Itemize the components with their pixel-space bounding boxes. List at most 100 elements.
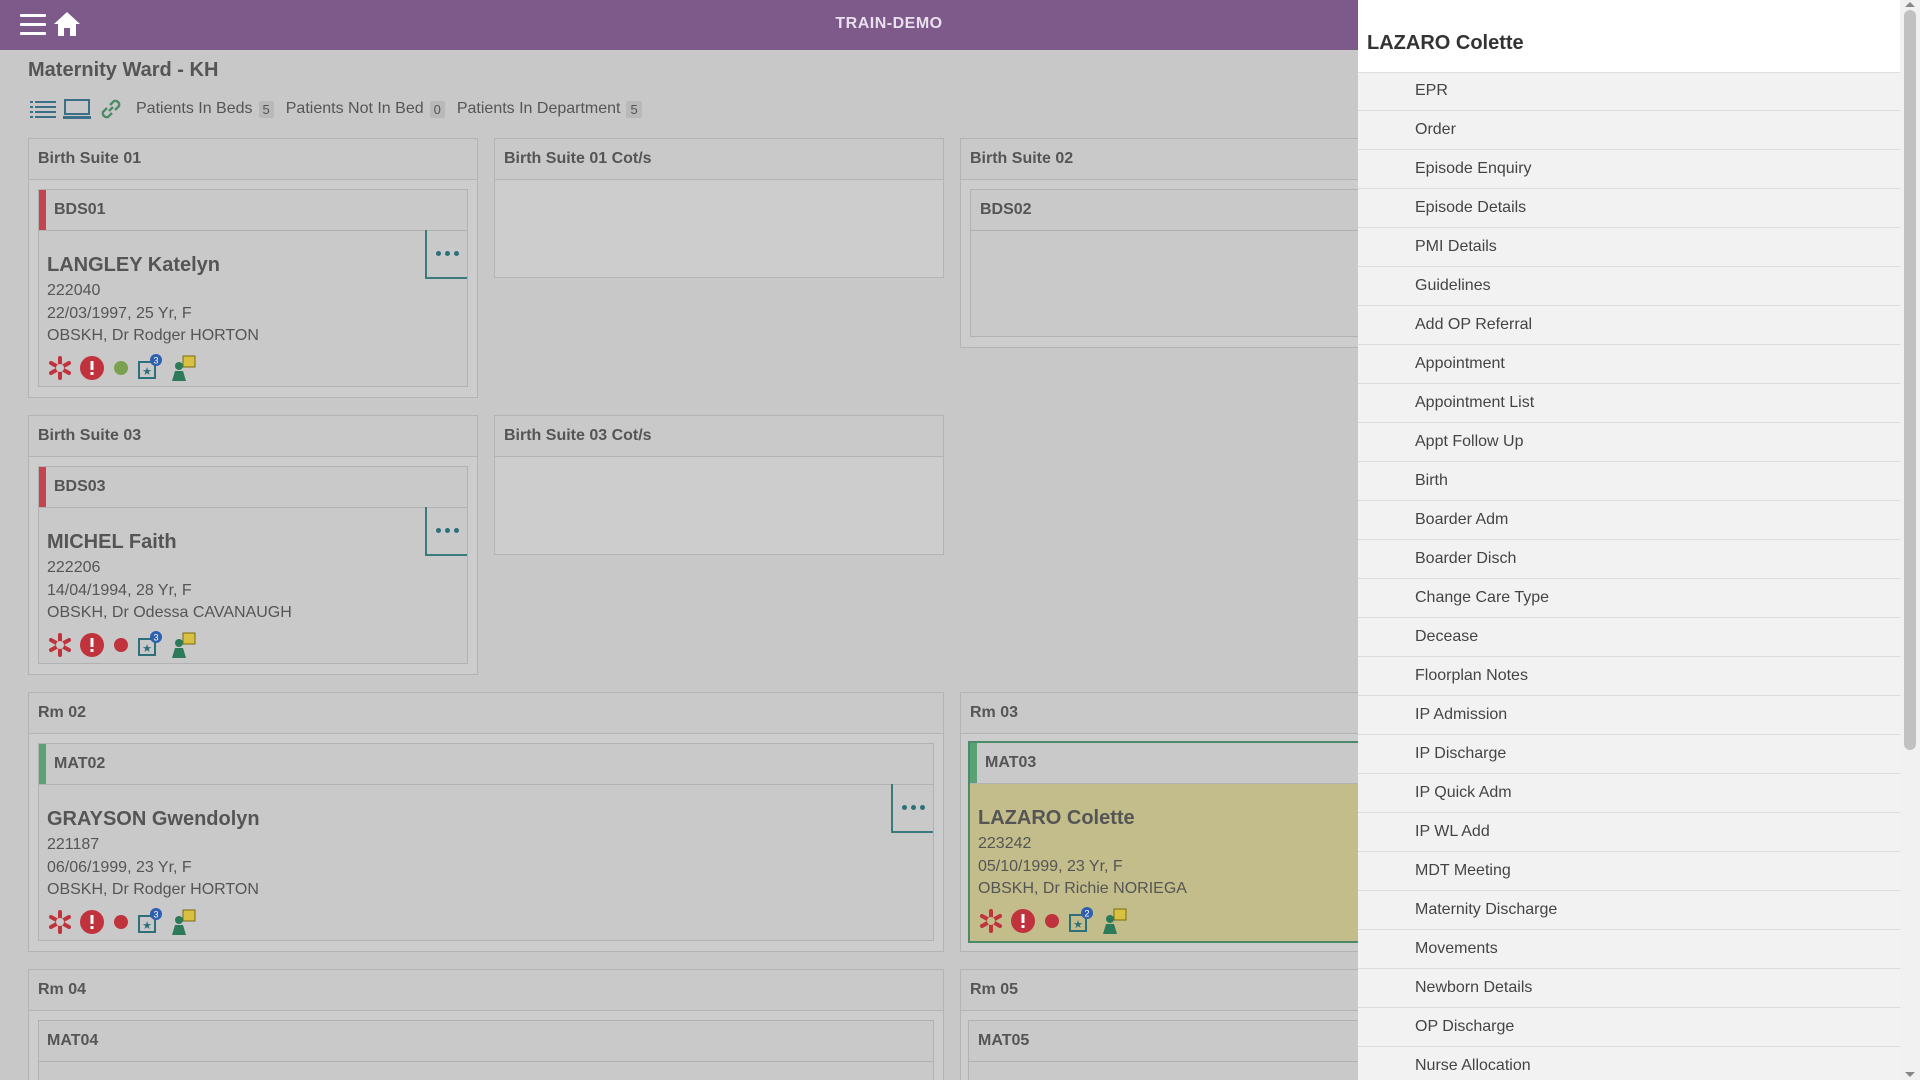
patient-dob: 06/06/1999, 23 Yr, F bbox=[47, 858, 192, 876]
patient-consultant: OBSKH, Dr Rodger HORTON bbox=[47, 881, 259, 898]
room-title: Birth Suite 03 Cot/s bbox=[495, 416, 943, 457]
menu-item-nurse-allocation[interactable]: Nurse Allocation bbox=[1358, 1047, 1900, 1080]
room-title: Rm 02 bbox=[29, 693, 943, 734]
person-card-icon[interactable] bbox=[169, 631, 199, 659]
bed-status-flag bbox=[39, 190, 46, 230]
bed-code: MAT03 bbox=[985, 754, 1037, 771]
patient-alert-icons: ★ 3 bbox=[47, 631, 205, 659]
patient-mrn: 223242 bbox=[978, 835, 1032, 852]
filter-patients-in-department[interactable]: Patients In Department bbox=[457, 100, 621, 118]
person-card-icon[interactable] bbox=[1100, 907, 1130, 935]
menu-item-appointment-list[interactable]: Appointment List bbox=[1358, 384, 1900, 423]
bed-card-bds03[interactable]: BDS03 MICHEL Faith 222206 14/04/1994, 28… bbox=[38, 466, 468, 664]
room-title: Birth Suite 02 bbox=[961, 139, 1358, 180]
screen-view-icon[interactable] bbox=[62, 96, 92, 122]
more-icon[interactable] bbox=[425, 230, 467, 279]
patient-info: MICHEL Faith 222206 14/04/1994, 28 Yr, F… bbox=[47, 531, 292, 625]
task-star-icon[interactable]: ★ 3 bbox=[137, 354, 163, 382]
room-title: Birth Suite 01 Cot/s bbox=[495, 139, 943, 180]
menu-item-episode-enquiry[interactable]: Episode Enquiry bbox=[1358, 150, 1900, 189]
more-icon[interactable] bbox=[891, 784, 933, 833]
task-count: 2 bbox=[1084, 909, 1089, 919]
menu-item-maternity-discharge[interactable]: Maternity Discharge bbox=[1358, 891, 1900, 930]
patient-info: LAZARO Colette 223242 05/10/1999, 23 Yr,… bbox=[978, 807, 1187, 901]
patients-in-department-count: 5 bbox=[626, 100, 642, 118]
panel-scrollbar[interactable] bbox=[1900, 0, 1920, 1080]
menu-item-ip-discharge[interactable]: IP Discharge bbox=[1358, 735, 1900, 774]
menu-item-change-care-type[interactable]: Change Care Type bbox=[1358, 579, 1900, 618]
svg-text:★: ★ bbox=[142, 919, 152, 932]
patient-name[interactable]: LANGLEY Katelyn bbox=[47, 254, 259, 277]
medical-asterisk-icon[interactable] bbox=[47, 632, 73, 658]
ward-title: Maternity Ward - KH bbox=[28, 59, 219, 81]
patient-dob: 05/10/1999, 23 Yr, F bbox=[978, 857, 1123, 875]
menu-item-ip-wl-add[interactable]: IP WL Add bbox=[1358, 813, 1900, 852]
menu-item-decease[interactable]: Decease bbox=[1358, 618, 1900, 657]
filter-patients-in-beds[interactable]: Patients In Beds bbox=[136, 100, 253, 118]
menu-item-ip-admission[interactable]: IP Admission bbox=[1358, 696, 1900, 735]
bed-card-mat02[interactable]: MAT02 GRAYSON Gwendolyn 221187 06/06/199… bbox=[38, 743, 934, 941]
menu-item-movements[interactable]: Movements bbox=[1358, 930, 1900, 969]
patient-name[interactable]: MICHEL Faith bbox=[47, 531, 292, 554]
menu-item-birth[interactable]: Birth bbox=[1358, 462, 1900, 501]
bed-card-bds02[interactable]: BDS02 bbox=[970, 189, 1358, 337]
menu-item-epr[interactable]: EPR bbox=[1358, 72, 1900, 111]
menu-item-mdt-meeting[interactable]: MDT Meeting bbox=[1358, 852, 1900, 891]
bed-code: BDS03 bbox=[54, 478, 106, 495]
floorplan-area: Maternity Ward - KH Patients In Beds 5 P… bbox=[0, 50, 1358, 1080]
patient-mrn: 222040 bbox=[47, 282, 101, 299]
bed-code: MAT05 bbox=[978, 1032, 1030, 1049]
patient-consultant: OBSKH, Dr Richie NORIEGA bbox=[978, 880, 1187, 897]
task-count: 3 bbox=[153, 633, 158, 643]
alert-exclamation-icon[interactable] bbox=[1010, 908, 1036, 934]
alert-exclamation-icon[interactable] bbox=[79, 632, 105, 658]
menu-item-floorplan-notes[interactable]: Floorplan Notes bbox=[1358, 657, 1900, 696]
task-star-icon[interactable]: ★ 3 bbox=[137, 908, 163, 936]
link-icon[interactable] bbox=[96, 96, 126, 122]
menu-item-newborn-details[interactable]: Newborn Details bbox=[1358, 969, 1900, 1008]
filter-patients-not-in-bed[interactable]: Patients Not In Bed bbox=[286, 100, 424, 118]
task-star-icon[interactable]: ★ 3 bbox=[137, 631, 163, 659]
menu-item-episode-details[interactable]: Episode Details bbox=[1358, 189, 1900, 228]
patient-alert-icons: ★ 3 bbox=[47, 908, 205, 936]
list-view-icon[interactable] bbox=[28, 96, 58, 122]
menu-item-order[interactable]: Order bbox=[1358, 111, 1900, 150]
medical-asterisk-icon[interactable] bbox=[978, 908, 1004, 934]
menu-item-op-discharge[interactable]: OP Discharge bbox=[1358, 1008, 1900, 1047]
bed-code: BDS02 bbox=[980, 201, 1032, 218]
ward-toolbar: Patients In Beds 5 Patients Not In Bed 0… bbox=[28, 96, 648, 122]
person-card-icon[interactable] bbox=[169, 908, 199, 936]
bed-card-mat05[interactable]: MAT05 bbox=[968, 1020, 1358, 1080]
menu-item-ip-quick-adm[interactable]: IP Quick Adm bbox=[1358, 774, 1900, 813]
scroll-thumb[interactable] bbox=[1904, 10, 1916, 750]
patient-name[interactable]: GRAYSON Gwendolyn bbox=[47, 808, 260, 831]
menu-item-guidelines[interactable]: Guidelines bbox=[1358, 267, 1900, 306]
room-rm-02: Rm 02 MAT02 GRAYSON Gwendolyn 221187 06/… bbox=[28, 692, 944, 952]
patient-name[interactable]: LAZARO Colette bbox=[978, 807, 1187, 830]
menu-item-appt-follow-up[interactable]: Appt Follow Up bbox=[1358, 423, 1900, 462]
bed-card-mat04[interactable]: MAT04 bbox=[38, 1020, 934, 1080]
action-menu: EPR Order Episode Enquiry Episode Details PM… bbox=[1358, 72, 1900, 1080]
medical-asterisk-icon[interactable] bbox=[47, 355, 73, 381]
room-birth-suite-01: Birth Suite 01 BDS01 LANGLEY Katelyn 222… bbox=[28, 138, 478, 398]
medical-asterisk-icon[interactable] bbox=[47, 909, 73, 935]
person-card-icon[interactable] bbox=[169, 354, 199, 382]
menu-item-boarder-adm[interactable]: Boarder Adm bbox=[1358, 501, 1900, 540]
scroll-up-arrow[interactable] bbox=[1905, 2, 1915, 7]
menu-item-add-op-referral[interactable]: Add OP Referral bbox=[1358, 306, 1900, 345]
room-birth-suite-02: Birth Suite 02 BDS02 bbox=[960, 138, 1358, 348]
bed-card-bds01[interactable]: BDS01 LANGLEY Katelyn 222040 22/03/1997,… bbox=[38, 189, 468, 387]
bed-card-mat03[interactable]: MAT03 LAZARO Colette 223242 05/10/1999, … bbox=[968, 741, 1358, 943]
menu-item-boarder-disch[interactable]: Boarder Disch bbox=[1358, 540, 1900, 579]
menu-item-pmi-details[interactable]: PMI Details bbox=[1358, 228, 1900, 267]
alert-exclamation-icon[interactable] bbox=[79, 909, 105, 935]
menu-item-appointment[interactable]: Appointment bbox=[1358, 345, 1900, 384]
scroll-down-arrow[interactable] bbox=[1905, 1072, 1915, 1077]
patient-info: GRAYSON Gwendolyn 221187 06/06/1999, 23 … bbox=[47, 808, 260, 902]
alert-exclamation-icon[interactable] bbox=[79, 355, 105, 381]
status-dot-icon bbox=[111, 635, 131, 655]
more-icon[interactable] bbox=[425, 507, 467, 556]
patient-consultant: OBSKH, Dr Odessa CAVANAUGH bbox=[47, 604, 292, 621]
task-star-icon[interactable]: ★ 2 bbox=[1068, 907, 1094, 935]
room-title: Rm 04 bbox=[29, 970, 943, 1011]
